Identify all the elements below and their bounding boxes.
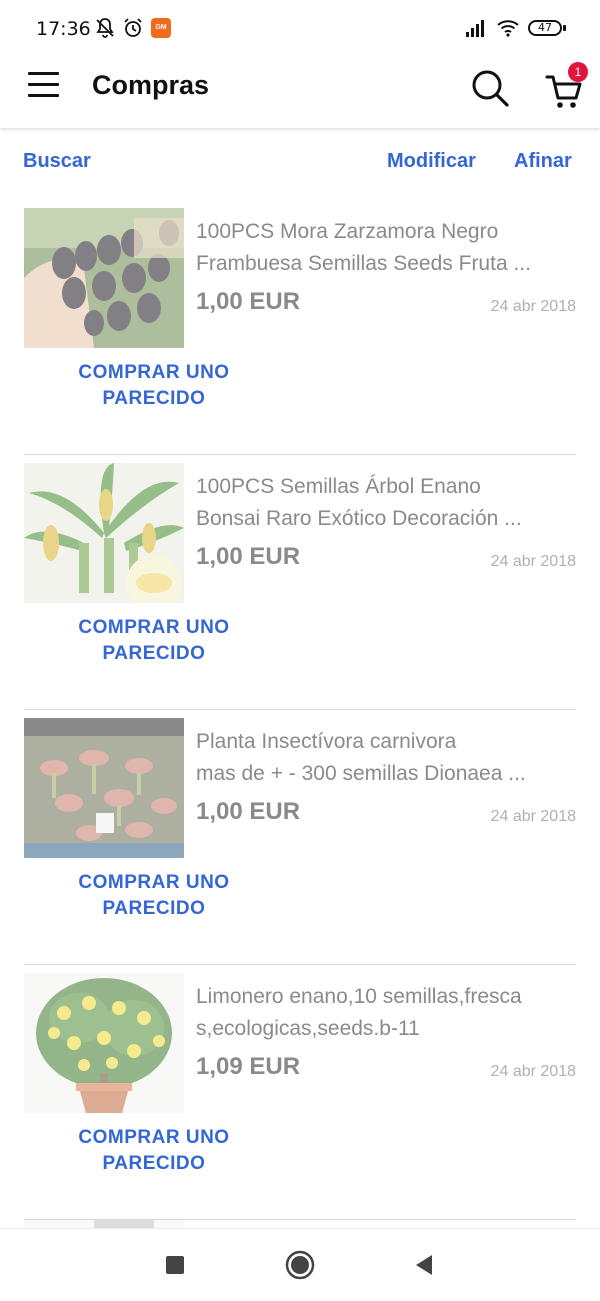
actions-row: Buscar Modificar Afinar xyxy=(0,150,600,180)
buy-similar-line-2: PARECIDO xyxy=(102,643,206,664)
signal-icon xyxy=(466,20,484,37)
buy-similar-button[interactable]: COMPRAR UNO PARECIDO xyxy=(54,870,254,922)
venus-flytrap-photo xyxy=(24,718,184,858)
item-price: 1,00 EUR xyxy=(196,543,301,570)
item-title-line-1: 100PCS Mora Zarzamora Negro xyxy=(196,220,499,243)
buy-similar-button[interactable]: COMPRAR UNO PARECIDO xyxy=(54,1125,254,1177)
refine-link[interactable]: Afinar xyxy=(514,150,572,173)
mute-bell-icon xyxy=(96,18,114,38)
search-link[interactable]: Buscar xyxy=(23,150,91,173)
recents-square-icon[interactable] xyxy=(157,1247,193,1283)
item-price: 1,09 EUR xyxy=(196,1053,301,1080)
list-item[interactable]: 100PCS Mora Zarzamora Negro Frambuesa Se… xyxy=(24,200,576,455)
item-title-line-1: 100PCS Semillas Árbol Enano xyxy=(196,475,481,498)
item-title: Limonero enano,10 semillas,fresca s,ecol… xyxy=(196,981,576,1045)
buy-similar-line-2: PARECIDO xyxy=(102,388,206,409)
buy-similar-line-1: COMPRAR UNO xyxy=(78,872,230,893)
dwarf-banana-plant-photo xyxy=(24,463,184,603)
home-circle-icon[interactable] xyxy=(282,1247,318,1283)
system-nav-bar xyxy=(0,1228,600,1301)
item-title-line-2: Bonsai Raro Exótico Decoración ... xyxy=(196,507,522,530)
battery-tip xyxy=(563,25,566,31)
status-time: 17:36 xyxy=(36,18,91,40)
search-icon[interactable] xyxy=(466,64,514,112)
buy-similar-button[interactable]: COMPRAR UNO PARECIDO xyxy=(54,360,254,412)
buy-similar-line-2: PARECIDO xyxy=(102,1153,206,1174)
item-title: 100PCS Mora Zarzamora Negro Frambuesa Se… xyxy=(196,216,576,280)
item-title: 100PCS Semillas Árbol Enano Bonsai Raro … xyxy=(196,471,576,535)
buy-similar-line-1: COMPRAR UNO xyxy=(78,1127,230,1148)
alarm-icon xyxy=(124,18,142,37)
back-triangle-icon[interactable] xyxy=(406,1247,442,1283)
buy-similar-button[interactable]: COMPRAR UNO PARECIDO xyxy=(54,615,254,667)
lemon-tree-photo xyxy=(24,973,184,1113)
item-title-line-2: Frambuesa Semillas Seeds Fruta ... xyxy=(196,252,531,275)
item-price: 1,00 EUR xyxy=(196,288,301,315)
item-title-line-1: Planta Insectívora carnivora xyxy=(196,730,457,753)
list-item[interactable]: 100PCS Semillas Árbol Enano Bonsai Raro … xyxy=(24,455,576,710)
buy-similar-line-2: PARECIDO xyxy=(102,898,206,919)
wifi-icon xyxy=(497,20,519,37)
battery-icon: 47 xyxy=(528,20,562,36)
hamburger-menu-icon[interactable] xyxy=(24,68,64,108)
item-date: 24 abr 2018 xyxy=(490,1063,576,1080)
item-price: 1,00 EUR xyxy=(196,798,301,825)
buy-similar-line-1: COMPRAR UNO xyxy=(78,362,230,383)
item-title-line-1: Limonero enano,10 semillas,fresca xyxy=(196,985,522,1008)
item-date: 24 abr 2018 xyxy=(490,298,576,315)
page-title: Compras xyxy=(92,70,210,100)
modify-link[interactable]: Modificar xyxy=(387,150,476,173)
buy-similar-line-1: COMPRAR UNO xyxy=(78,617,230,638)
cart-count-badge: 1 xyxy=(568,62,588,82)
app-bar: Compras 1 xyxy=(0,56,600,128)
item-date: 24 abr 2018 xyxy=(490,553,576,570)
notification-app-icon: GM xyxy=(151,18,171,38)
item-title: Planta Insectívora carnivora mas de + - … xyxy=(196,726,576,790)
blackberries-photo xyxy=(24,208,184,348)
status-bar: 17:36 GM 47 xyxy=(0,0,600,56)
list-item[interactable]: Limonero enano,10 semillas,fresca s,ecol… xyxy=(24,965,576,1220)
list-item[interactable]: Planta Insectívora carnivora mas de + - … xyxy=(24,710,576,965)
item-title-line-2: s,ecologicas,seeds.b-11 xyxy=(196,1017,420,1040)
cart-button[interactable]: 1 xyxy=(540,62,592,114)
item-title-line-2: mas de + - 300 semillas Dionaea ... xyxy=(196,762,526,785)
item-date: 24 abr 2018 xyxy=(490,808,576,825)
